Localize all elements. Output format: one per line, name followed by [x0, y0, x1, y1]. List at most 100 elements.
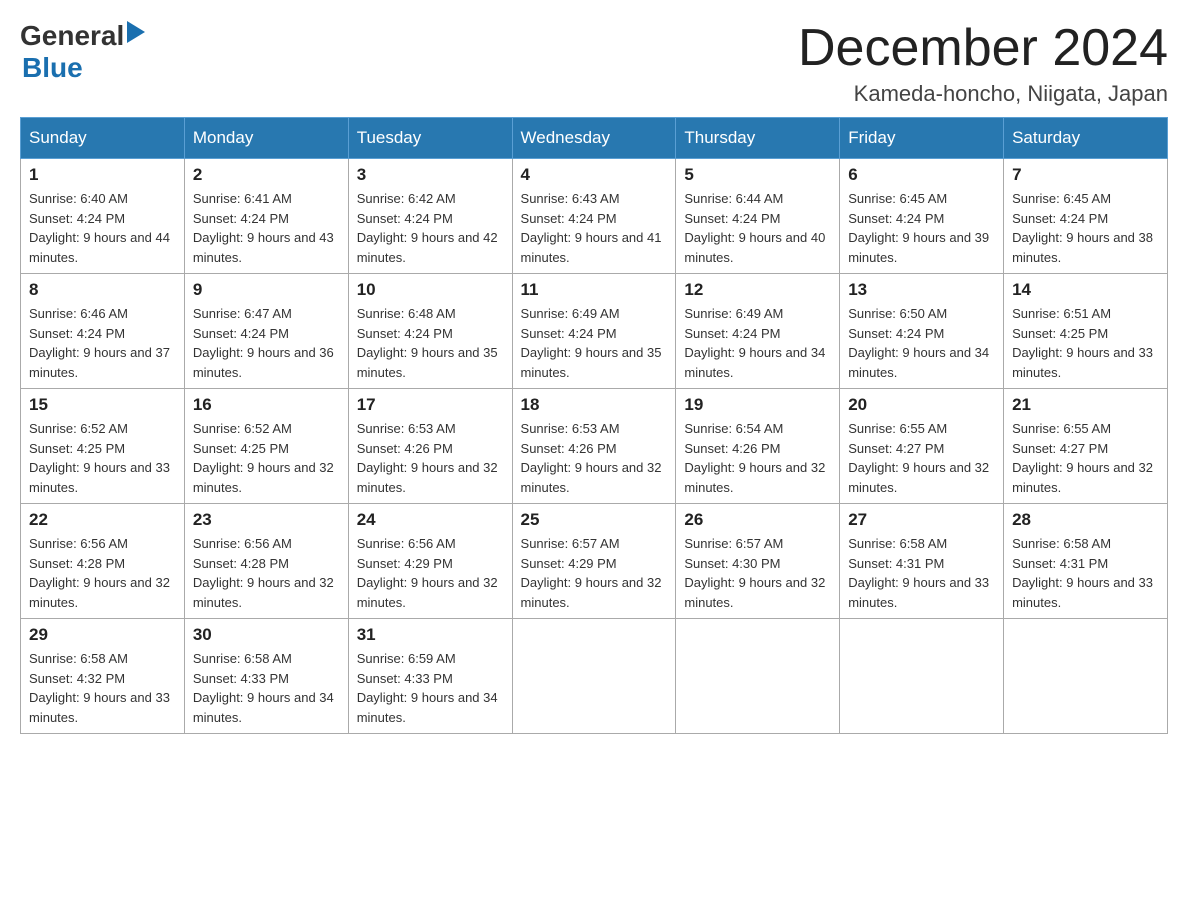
sunset-label: Sunset: 4:26 PM — [521, 441, 617, 456]
sunset-label: Sunset: 4:27 PM — [1012, 441, 1108, 456]
header-sunday: Sunday — [21, 118, 185, 159]
day-number: 31 — [357, 625, 504, 645]
logo: General Blue — [20, 20, 145, 84]
table-row: 19 Sunrise: 6:54 AM Sunset: 4:26 PM Dayl… — [676, 389, 840, 504]
day-info: Sunrise: 6:54 AM Sunset: 4:26 PM Dayligh… — [684, 419, 831, 497]
table-row: 26 Sunrise: 6:57 AM Sunset: 4:30 PM Dayl… — [676, 504, 840, 619]
sunrise-label: Sunrise: 6:50 AM — [848, 306, 947, 321]
day-info: Sunrise: 6:42 AM Sunset: 4:24 PM Dayligh… — [357, 189, 504, 267]
daylight-label: Daylight: 9 hours and 35 minutes. — [521, 345, 662, 380]
table-row: 15 Sunrise: 6:52 AM Sunset: 4:25 PM Dayl… — [21, 389, 185, 504]
table-row: 23 Sunrise: 6:56 AM Sunset: 4:28 PM Dayl… — [184, 504, 348, 619]
day-number: 29 — [29, 625, 176, 645]
day-info: Sunrise: 6:46 AM Sunset: 4:24 PM Dayligh… — [29, 304, 176, 382]
day-info: Sunrise: 6:58 AM Sunset: 4:32 PM Dayligh… — [29, 649, 176, 727]
day-info: Sunrise: 6:59 AM Sunset: 4:33 PM Dayligh… — [357, 649, 504, 727]
sunset-label: Sunset: 4:24 PM — [848, 326, 944, 341]
sunset-label: Sunset: 4:24 PM — [357, 326, 453, 341]
day-number: 23 — [193, 510, 340, 530]
day-info: Sunrise: 6:43 AM Sunset: 4:24 PM Dayligh… — [521, 189, 668, 267]
sunrise-label: Sunrise: 6:45 AM — [848, 191, 947, 206]
day-number: 28 — [1012, 510, 1159, 530]
day-number: 17 — [357, 395, 504, 415]
day-number: 20 — [848, 395, 995, 415]
sunrise-label: Sunrise: 6:58 AM — [29, 651, 128, 666]
sunset-label: Sunset: 4:30 PM — [684, 556, 780, 571]
daylight-label: Daylight: 9 hours and 34 minutes. — [848, 345, 989, 380]
sunrise-label: Sunrise: 6:44 AM — [684, 191, 783, 206]
day-info: Sunrise: 6:53 AM Sunset: 4:26 PM Dayligh… — [521, 419, 668, 497]
header-saturday: Saturday — [1004, 118, 1168, 159]
day-number: 13 — [848, 280, 995, 300]
sunrise-label: Sunrise: 6:46 AM — [29, 306, 128, 321]
daylight-label: Daylight: 9 hours and 33 minutes. — [29, 460, 170, 495]
table-row: 10 Sunrise: 6:48 AM Sunset: 4:24 PM Dayl… — [348, 274, 512, 389]
sunset-label: Sunset: 4:32 PM — [29, 671, 125, 686]
sunrise-label: Sunrise: 6:57 AM — [521, 536, 620, 551]
sunset-label: Sunset: 4:24 PM — [193, 326, 289, 341]
daylight-label: Daylight: 9 hours and 36 minutes. — [193, 345, 334, 380]
table-row: 22 Sunrise: 6:56 AM Sunset: 4:28 PM Dayl… — [21, 504, 185, 619]
day-number: 19 — [684, 395, 831, 415]
sunset-label: Sunset: 4:24 PM — [29, 211, 125, 226]
sunset-label: Sunset: 4:24 PM — [1012, 211, 1108, 226]
sunset-label: Sunset: 4:33 PM — [357, 671, 453, 686]
table-row: 13 Sunrise: 6:50 AM Sunset: 4:24 PM Dayl… — [840, 274, 1004, 389]
table-row: 2 Sunrise: 6:41 AM Sunset: 4:24 PM Dayli… — [184, 159, 348, 274]
day-info: Sunrise: 6:52 AM Sunset: 4:25 PM Dayligh… — [193, 419, 340, 497]
sunrise-label: Sunrise: 6:59 AM — [357, 651, 456, 666]
day-number: 30 — [193, 625, 340, 645]
sunrise-label: Sunrise: 6:49 AM — [684, 306, 783, 321]
day-info: Sunrise: 6:45 AM Sunset: 4:24 PM Dayligh… — [848, 189, 995, 267]
table-row: 6 Sunrise: 6:45 AM Sunset: 4:24 PM Dayli… — [840, 159, 1004, 274]
day-number: 1 — [29, 165, 176, 185]
table-row: 12 Sunrise: 6:49 AM Sunset: 4:24 PM Dayl… — [676, 274, 840, 389]
logo-general: General — [20, 20, 124, 52]
table-row: 20 Sunrise: 6:55 AM Sunset: 4:27 PM Dayl… — [840, 389, 1004, 504]
daylight-label: Daylight: 9 hours and 41 minutes. — [521, 230, 662, 265]
day-info: Sunrise: 6:56 AM Sunset: 4:29 PM Dayligh… — [357, 534, 504, 612]
day-info: Sunrise: 6:58 AM Sunset: 4:31 PM Dayligh… — [1012, 534, 1159, 612]
day-info: Sunrise: 6:44 AM Sunset: 4:24 PM Dayligh… — [684, 189, 831, 267]
sunrise-label: Sunrise: 6:49 AM — [521, 306, 620, 321]
day-info: Sunrise: 6:48 AM Sunset: 4:24 PM Dayligh… — [357, 304, 504, 382]
day-info: Sunrise: 6:56 AM Sunset: 4:28 PM Dayligh… — [193, 534, 340, 612]
sunrise-label: Sunrise: 6:58 AM — [848, 536, 947, 551]
sunrise-label: Sunrise: 6:58 AM — [193, 651, 292, 666]
daylight-label: Daylight: 9 hours and 32 minutes. — [193, 460, 334, 495]
table-row: 1 Sunrise: 6:40 AM Sunset: 4:24 PM Dayli… — [21, 159, 185, 274]
sunset-label: Sunset: 4:33 PM — [193, 671, 289, 686]
day-number: 22 — [29, 510, 176, 530]
daylight-label: Daylight: 9 hours and 34 minutes. — [193, 690, 334, 725]
sunset-label: Sunset: 4:25 PM — [29, 441, 125, 456]
day-info: Sunrise: 6:55 AM Sunset: 4:27 PM Dayligh… — [848, 419, 995, 497]
sunrise-label: Sunrise: 6:51 AM — [1012, 306, 1111, 321]
sunset-label: Sunset: 4:28 PM — [29, 556, 125, 571]
header-monday: Monday — [184, 118, 348, 159]
sunset-label: Sunset: 4:24 PM — [684, 211, 780, 226]
table-row — [676, 619, 840, 734]
sunset-label: Sunset: 4:24 PM — [29, 326, 125, 341]
daylight-label: Daylight: 9 hours and 32 minutes. — [684, 575, 825, 610]
daylight-label: Daylight: 9 hours and 32 minutes. — [521, 460, 662, 495]
day-info: Sunrise: 6:50 AM Sunset: 4:24 PM Dayligh… — [848, 304, 995, 382]
table-row: 21 Sunrise: 6:55 AM Sunset: 4:27 PM Dayl… — [1004, 389, 1168, 504]
sunrise-label: Sunrise: 6:54 AM — [684, 421, 783, 436]
calendar-header: Sunday Monday Tuesday Wednesday Thursday… — [21, 118, 1168, 159]
daylight-label: Daylight: 9 hours and 44 minutes. — [29, 230, 170, 265]
daylight-label: Daylight: 9 hours and 38 minutes. — [1012, 230, 1153, 265]
calendar-week-4: 22 Sunrise: 6:56 AM Sunset: 4:28 PM Dayl… — [21, 504, 1168, 619]
sunset-label: Sunset: 4:25 PM — [1012, 326, 1108, 341]
calendar-body: 1 Sunrise: 6:40 AM Sunset: 4:24 PM Dayli… — [21, 159, 1168, 734]
table-row: 28 Sunrise: 6:58 AM Sunset: 4:31 PM Dayl… — [1004, 504, 1168, 619]
table-row: 8 Sunrise: 6:46 AM Sunset: 4:24 PM Dayli… — [21, 274, 185, 389]
day-number: 16 — [193, 395, 340, 415]
sunset-label: Sunset: 4:24 PM — [521, 211, 617, 226]
day-number: 8 — [29, 280, 176, 300]
table-row — [1004, 619, 1168, 734]
page-header: General Blue December 2024 Kameda-honcho… — [20, 20, 1168, 107]
daylight-label: Daylight: 9 hours and 33 minutes. — [1012, 575, 1153, 610]
day-number: 26 — [684, 510, 831, 530]
sunset-label: Sunset: 4:31 PM — [848, 556, 944, 571]
sunrise-label: Sunrise: 6:55 AM — [1012, 421, 1111, 436]
